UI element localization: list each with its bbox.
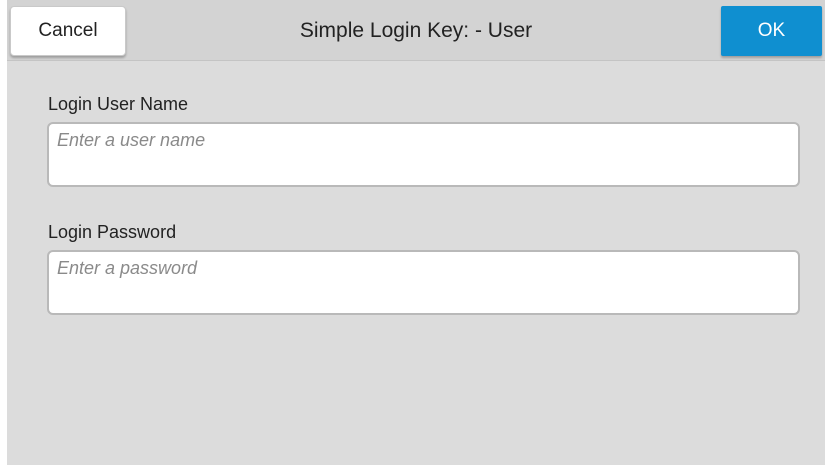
password-field[interactable]: Enter a password xyxy=(47,250,800,315)
username-placeholder: Enter a user name xyxy=(57,130,206,150)
title-bar: Cancel Simple Login Key: - User OK xyxy=(7,0,825,61)
cancel-button-label: Cancel xyxy=(38,20,98,41)
dialog-title: Simple Login Key: - User xyxy=(299,18,533,42)
ok-button-label: OK xyxy=(757,20,786,41)
password-placeholder: Enter a password xyxy=(57,258,198,278)
username-label: Login User Name xyxy=(48,94,189,114)
cancel-button[interactable]: Cancel xyxy=(10,6,126,56)
username-field[interactable]: Enter a user name xyxy=(47,122,800,187)
login-dialog: Cancel Simple Login Key: - User OK Login… xyxy=(7,0,825,465)
ok-button[interactable]: OK xyxy=(721,6,822,56)
password-label: Login Password xyxy=(48,222,177,242)
